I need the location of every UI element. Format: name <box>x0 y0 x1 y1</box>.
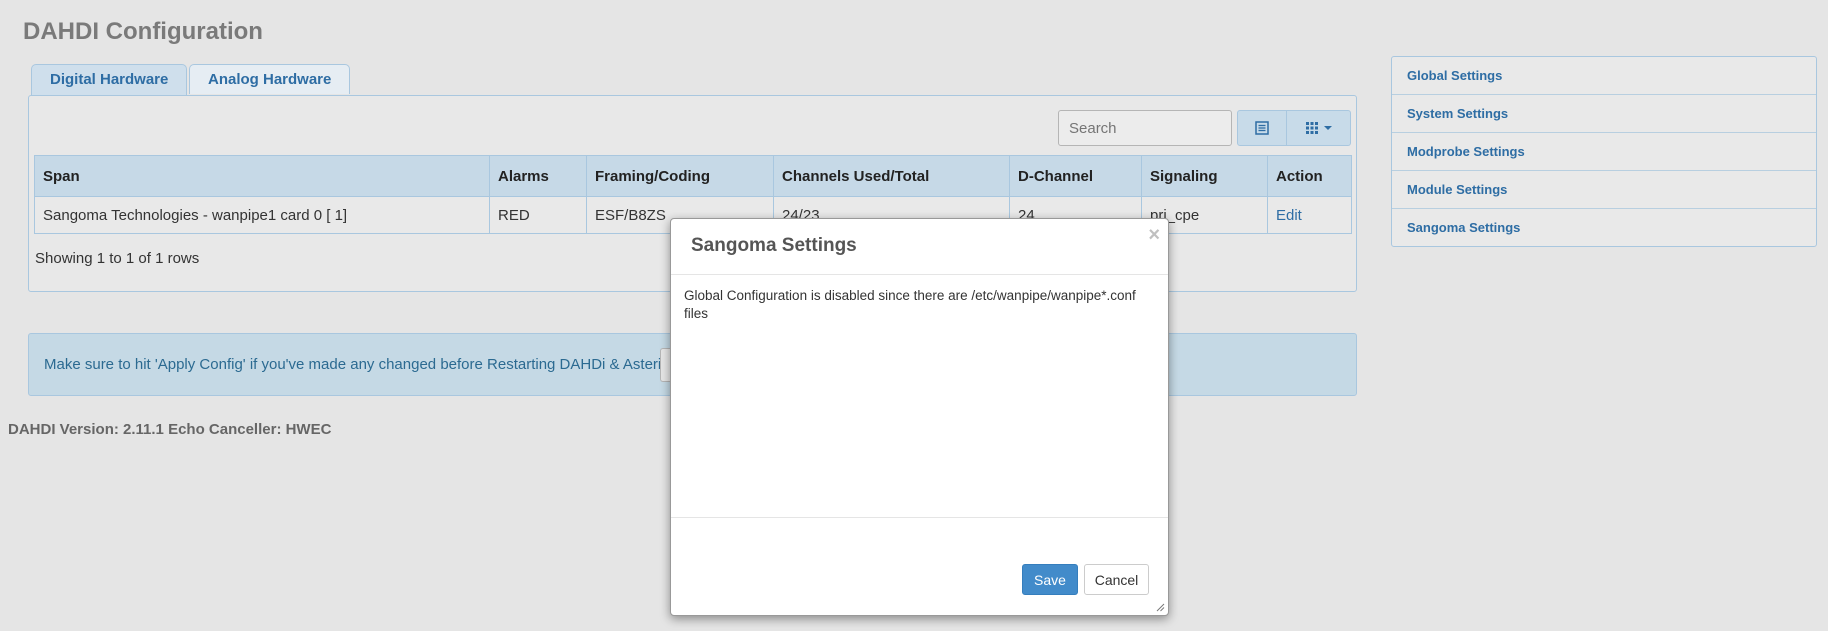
dialog-header: Sangoma Settings × <box>671 219 1168 275</box>
column-header-signaling[interactable]: Signaling <box>1141 155 1268 197</box>
list-icon <box>1255 121 1269 135</box>
tab-digital-hardware[interactable]: Digital Hardware <box>31 64 188 95</box>
sidebar-item-system-settings[interactable]: System Settings <box>1392 95 1816 133</box>
cell-span: Sangoma Technologies - wanpipe1 card 0 [… <box>34 196 490 234</box>
version-info: DAHDI Version: 2.11.1 Echo Canceller: HW… <box>8 421 332 438</box>
column-header-channels[interactable]: Channels Used/Total <box>773 155 1010 197</box>
resize-grip-icon <box>1156 603 1165 612</box>
column-header-framing[interactable]: Framing/Coding <box>586 155 774 197</box>
search-input[interactable] <box>1058 110 1232 146</box>
column-header-span[interactable]: Span <box>34 155 490 197</box>
column-header-action[interactable]: Action <box>1267 155 1352 197</box>
save-button[interactable]: Save <box>1022 564 1078 595</box>
grid-icon <box>1305 122 1318 134</box>
close-icon[interactable]: × <box>1148 225 1160 245</box>
edit-link[interactable]: Edit <box>1276 207 1302 224</box>
pagination-info: Showing 1 to 1 of 1 rows <box>35 250 200 267</box>
dialog-title: Sangoma Settings <box>691 235 857 256</box>
settings-sidebar: Global Settings System Settings Modprobe… <box>1391 56 1817 247</box>
cell-alarms: RED <box>489 196 587 234</box>
sidebar-item-sangoma-settings[interactable]: Sangoma Settings <box>1392 209 1816 246</box>
sidebar-item-module-settings[interactable]: Module Settings <box>1392 171 1816 209</box>
sidebar-item-global-settings[interactable]: Global Settings <box>1392 57 1816 95</box>
page-title: DAHDI Configuration <box>23 18 263 45</box>
sangoma-settings-dialog: Sangoma Settings × Global Configuration … <box>670 218 1169 616</box>
notice-text: Make sure to hit 'Apply Config' if you'v… <box>44 356 677 373</box>
sidebar-item-modprobe-settings[interactable]: Modprobe Settings <box>1392 133 1816 171</box>
table-toolbar <box>1237 110 1351 146</box>
column-header-dchannel[interactable]: D-Channel <box>1009 155 1142 197</box>
columns-dropdown-button[interactable] <box>1287 110 1351 146</box>
table-header-row: Span Alarms Framing/Coding Channels Used… <box>34 155 1352 197</box>
toggle-view-button[interactable] <box>1237 110 1287 146</box>
column-header-alarms[interactable]: Alarms <box>489 155 587 197</box>
resize-handle-icon[interactable] <box>1156 603 1165 612</box>
caret-down-icon <box>1323 126 1332 130</box>
tab-analog-hardware[interactable]: Analog Hardware <box>189 64 351 94</box>
dialog-body: Global Configuration is disabled since t… <box>671 275 1168 518</box>
cancel-button[interactable]: Cancel <box>1084 564 1149 595</box>
